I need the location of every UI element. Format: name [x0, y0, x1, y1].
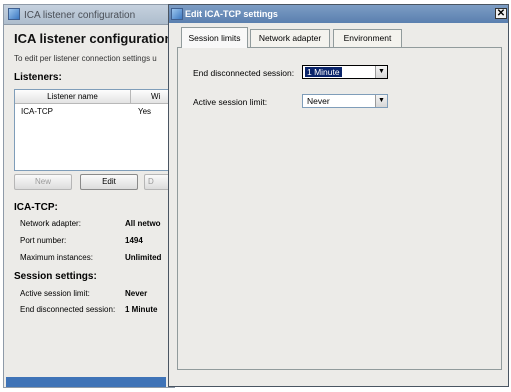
listener-value: Yes — [138, 107, 152, 116]
port-number-label: Port number: — [20, 236, 67, 245]
max-instances-label: Maximum instances: — [20, 253, 93, 262]
app-window-icon — [8, 8, 20, 20]
edit-settings-dialog: Edit ICA-TCP settings ✕ Session limits N… — [168, 4, 509, 387]
end-disconnected-value: 1 Minute — [125, 305, 158, 314]
column-header-listener-name[interactable]: Listener name — [15, 90, 131, 104]
session-settings-heading: Session settings: — [14, 271, 97, 282]
listeners-label: Listeners: — [14, 72, 62, 83]
dialog-title: Edit ICA-TCP settings — [185, 9, 278, 19]
tab-environment[interactable]: Environment — [333, 29, 402, 47]
end-disconnected-session-label: End disconnected session: — [193, 68, 295, 78]
listener-section-heading: ICA-TCP: — [14, 202, 58, 213]
dialog-title-bar[interactable]: Edit ICA-TCP settings ✕ — [169, 5, 508, 23]
port-number-value: 1494 — [125, 236, 143, 245]
active-session-limit-select[interactable]: Never ▼ — [302, 94, 388, 108]
window-title: ICA listener configuration — [24, 10, 136, 21]
active-session-limit-value: Never — [307, 96, 330, 106]
taskbar-strip — [6, 377, 166, 387]
tab-session-limits[interactable]: Session limits — [181, 27, 248, 48]
listener-config-title-bar[interactable]: ICA listener configuration — [4, 5, 174, 25]
network-adapter-label: Network adapter: — [20, 219, 81, 228]
page-description: To edit per listener connection settings… — [14, 54, 157, 63]
active-session-limit-label: Active session limit: — [20, 289, 90, 298]
chevron-down-icon[interactable]: ▼ — [375, 95, 387, 107]
end-disconnected-session-value: 1 Minute — [305, 67, 342, 77]
listener-config-window: ICA listener configuration ICA listener … — [3, 4, 176, 388]
session-limits-panel: End disconnected session: 1 Minute ▼ Act… — [177, 47, 502, 370]
active-session-limit-label: Active session limit: — [193, 97, 268, 107]
new-button[interactable]: New — [14, 174, 72, 190]
end-disconnected-label: End disconnected session: — [20, 305, 116, 314]
edit-button[interactable]: Edit — [80, 174, 138, 190]
listener-name: ICA-TCP — [21, 107, 53, 116]
app-window-icon — [171, 8, 183, 20]
close-icon[interactable]: ✕ — [495, 8, 507, 19]
tab-network-adapter[interactable]: Network adapter — [250, 29, 330, 47]
active-session-limit-value: Never — [125, 289, 148, 298]
page-title: ICA listener configuration — [14, 31, 173, 46]
listeners-list[interactable]: Listener name Wi ICA-TCP Yes — [14, 89, 176, 171]
end-disconnected-session-select[interactable]: 1 Minute ▼ — [302, 65, 388, 79]
max-instances-value: Unlimited — [125, 253, 162, 262]
chevron-down-icon[interactable]: ▼ — [375, 66, 387, 78]
network-adapter-value: All netwo — [125, 219, 161, 228]
